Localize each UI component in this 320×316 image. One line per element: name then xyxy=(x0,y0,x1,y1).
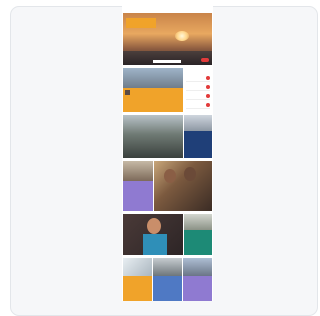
hero-button[interactable] xyxy=(201,58,209,62)
purple-news-tile[interactable] xyxy=(123,161,153,211)
quick-link-item[interactable] xyxy=(186,75,210,82)
teal-news-tile[interactable] xyxy=(184,214,212,255)
group-photo xyxy=(123,161,153,181)
person-photo xyxy=(164,169,176,183)
portrait-photo-tile[interactable] xyxy=(123,214,183,255)
avatar-photo xyxy=(125,90,130,95)
link-arrow-icon xyxy=(206,85,210,89)
purple-small-tile[interactable] xyxy=(183,258,212,301)
phone-screenshot xyxy=(122,6,213,301)
person-photo xyxy=(184,167,196,181)
quick-links-panel xyxy=(184,73,212,111)
link-arrow-icon xyxy=(206,94,210,98)
event-photo xyxy=(184,214,212,230)
campus-photo-tile[interactable] xyxy=(123,115,183,158)
people-photo-tile[interactable] xyxy=(154,161,212,211)
shirt-shape xyxy=(143,234,167,255)
hero-search-bar[interactable] xyxy=(153,60,181,63)
blue-small-tile[interactable] xyxy=(153,258,182,301)
orange-small-tile[interactable] xyxy=(123,258,152,301)
hero-tag xyxy=(126,18,156,28)
building-photo xyxy=(184,115,212,131)
status-bar xyxy=(122,6,213,13)
street-photo xyxy=(153,258,182,276)
skyline-photo xyxy=(123,68,183,88)
quick-link-item[interactable] xyxy=(186,84,210,91)
landmark-photo xyxy=(183,258,212,276)
quick-link-item[interactable] xyxy=(186,102,210,109)
hero-banner[interactable] xyxy=(123,13,212,65)
graphic-photo xyxy=(123,258,152,276)
person-photo xyxy=(147,218,161,234)
orange-news-tile[interactable] xyxy=(123,68,183,112)
navy-news-tile[interactable] xyxy=(184,115,212,158)
quick-link-item[interactable] xyxy=(186,93,210,100)
link-arrow-icon xyxy=(206,76,210,80)
sun-glow xyxy=(175,31,189,41)
link-arrow-icon xyxy=(206,103,210,107)
